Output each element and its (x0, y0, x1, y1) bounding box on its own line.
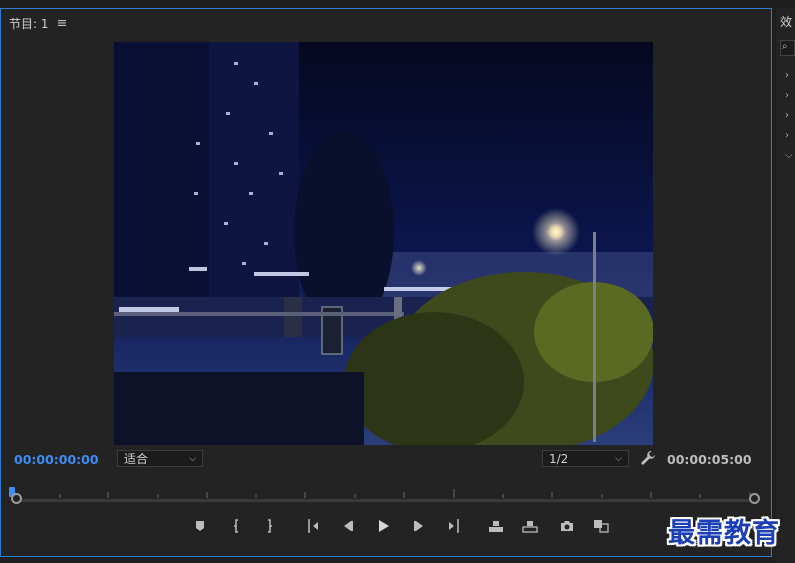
step-forward-icon (414, 521, 423, 531)
hamburger-menu-icon[interactable]: ≡ (57, 16, 68, 31)
chevron-right-icon[interactable]: › (785, 110, 789, 121)
wrench-icon[interactable] (640, 450, 656, 466)
comparison-view-icon (594, 520, 609, 533)
lift-icon (489, 521, 503, 532)
effects-panel: 效 ⌕ › › › › ⌵ (776, 8, 795, 563)
chevron-right-icon[interactable]: › (785, 90, 789, 101)
effects-tab[interactable]: 效 (780, 13, 792, 30)
scroll-handle-left[interactable] (11, 493, 22, 504)
step-forward-button[interactable] (409, 516, 429, 536)
lift-button[interactable] (486, 516, 506, 536)
go-to-in-button[interactable] (304, 516, 324, 536)
chevron-down-icon: ⌵ (189, 453, 196, 464)
resolution-value: 1/2 (549, 451, 569, 466)
go-to-in-icon (308, 519, 318, 533)
panel-header: 节目: 1 ≡ (9, 15, 68, 32)
marker-icon (196, 521, 204, 531)
step-back-button[interactable] (338, 516, 358, 536)
camera-icon (561, 521, 573, 531)
scroll-handle-right[interactable] (749, 493, 760, 504)
panel-title[interactable]: 节目: 1 (9, 15, 49, 32)
mark-out-button[interactable] (259, 516, 279, 536)
chevron-down-icon: ⌵ (615, 453, 622, 464)
step-back-icon (344, 521, 353, 531)
mark-out-icon (268, 519, 272, 533)
extract-icon (522, 521, 538, 533)
duration-timecode: 00:00:05:00 (667, 452, 752, 467)
current-timecode[interactable]: 00:00:00:00 (14, 452, 99, 467)
export-frame-button[interactable] (557, 516, 577, 536)
play-button[interactable] (373, 516, 393, 536)
go-to-out-icon (449, 519, 459, 533)
extract-button[interactable] (520, 516, 540, 536)
mark-in-button[interactable] (227, 516, 247, 536)
zoom-scroll-bar[interactable] (15, 499, 755, 502)
playback-resolution-dropdown[interactable]: 1/2 ⌵ (542, 450, 629, 467)
add-marker-button[interactable] (190, 516, 210, 536)
search-field[interactable]: ⌕ (780, 40, 795, 56)
comparison-view-button[interactable] (591, 516, 611, 536)
play-icon (379, 520, 389, 532)
search-icon: ⌕ (782, 41, 788, 52)
mark-in-icon (234, 519, 238, 533)
watermark-logo: 最需教育 (668, 518, 780, 549)
video-preview[interactable] (114, 42, 653, 445)
zoom-level-dropdown[interactable]: 适合 ⌵ (117, 450, 203, 467)
chevron-down-icon[interactable]: ⌵ (785, 150, 793, 161)
chevron-right-icon[interactable]: › (785, 70, 789, 81)
chevron-right-icon[interactable]: › (785, 130, 789, 141)
zoom-level-value: 适合 (124, 452, 149, 466)
go-to-out-button[interactable] (443, 516, 463, 536)
